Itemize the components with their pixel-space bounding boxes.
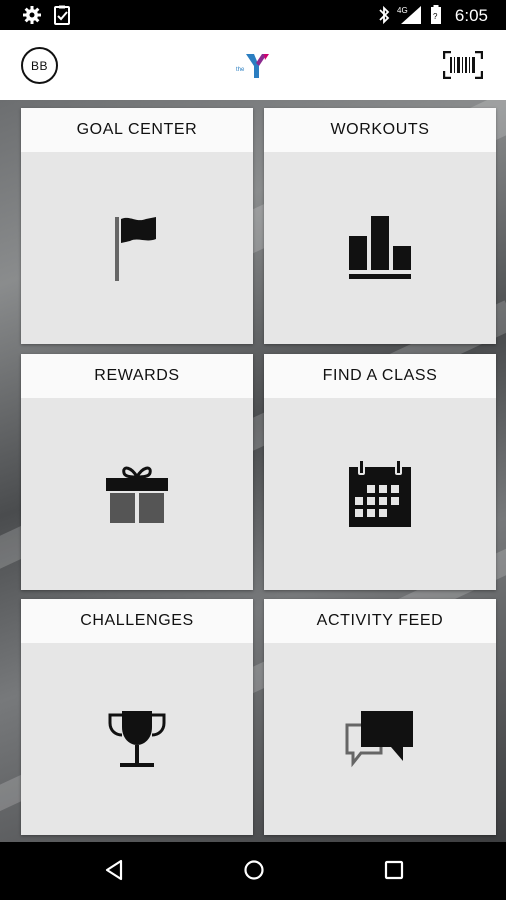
settings-icon bbox=[22, 5, 42, 30]
gift-icon bbox=[21, 398, 253, 590]
trophy-icon bbox=[21, 643, 253, 835]
tile-goal-center[interactable]: GOAL CENTER bbox=[21, 108, 253, 344]
system-nav-bar bbox=[0, 842, 506, 900]
svg-text:?: ? bbox=[433, 12, 438, 21]
dashboard-grid: GOAL CENTER WORKOUTS REWARDS FIND A CLAS… bbox=[0, 100, 506, 842]
back-icon[interactable] bbox=[104, 859, 124, 886]
signal-4g-icon: 4G bbox=[397, 5, 423, 30]
barcode-scan-icon[interactable] bbox=[442, 50, 484, 84]
recents-icon[interactable] bbox=[384, 859, 404, 886]
calendar-icon bbox=[264, 398, 496, 590]
tile-label: FIND A CLASS bbox=[264, 354, 496, 398]
svg-text:4G: 4G bbox=[397, 6, 408, 15]
tile-workouts[interactable]: WORKOUTS bbox=[264, 108, 496, 344]
flag-icon bbox=[21, 152, 253, 344]
tile-challenges[interactable]: CHALLENGES bbox=[21, 599, 253, 835]
tile-label: ACTIVITY FEED bbox=[264, 599, 496, 643]
home-icon[interactable] bbox=[243, 859, 265, 886]
tile-rewards[interactable]: REWARDS bbox=[21, 354, 253, 590]
bar-chart-icon bbox=[264, 152, 496, 344]
status-time: 6:05 bbox=[454, 6, 488, 25]
bluetooth-icon bbox=[378, 5, 390, 30]
app-bar: BB the bbox=[0, 30, 506, 101]
tile-find-a-class[interactable]: FIND A CLASS bbox=[264, 354, 496, 590]
profile-avatar[interactable]: BB bbox=[21, 47, 58, 84]
battery-icon: ? bbox=[430, 5, 442, 30]
tile-label: WORKOUTS bbox=[264, 108, 496, 152]
ymca-logo: the bbox=[234, 52, 272, 85]
chat-bubbles-icon bbox=[264, 643, 496, 835]
status-bar: 4G ? 6:05 bbox=[0, 0, 506, 30]
tile-activity-feed[interactable]: ACTIVITY FEED bbox=[264, 599, 496, 835]
tile-label: REWARDS bbox=[21, 354, 253, 398]
tile-label: CHALLENGES bbox=[21, 599, 253, 643]
clipboard-check-icon bbox=[54, 5, 72, 30]
logo-small-text: the bbox=[236, 67, 245, 73]
tile-label: GOAL CENTER bbox=[21, 108, 253, 152]
